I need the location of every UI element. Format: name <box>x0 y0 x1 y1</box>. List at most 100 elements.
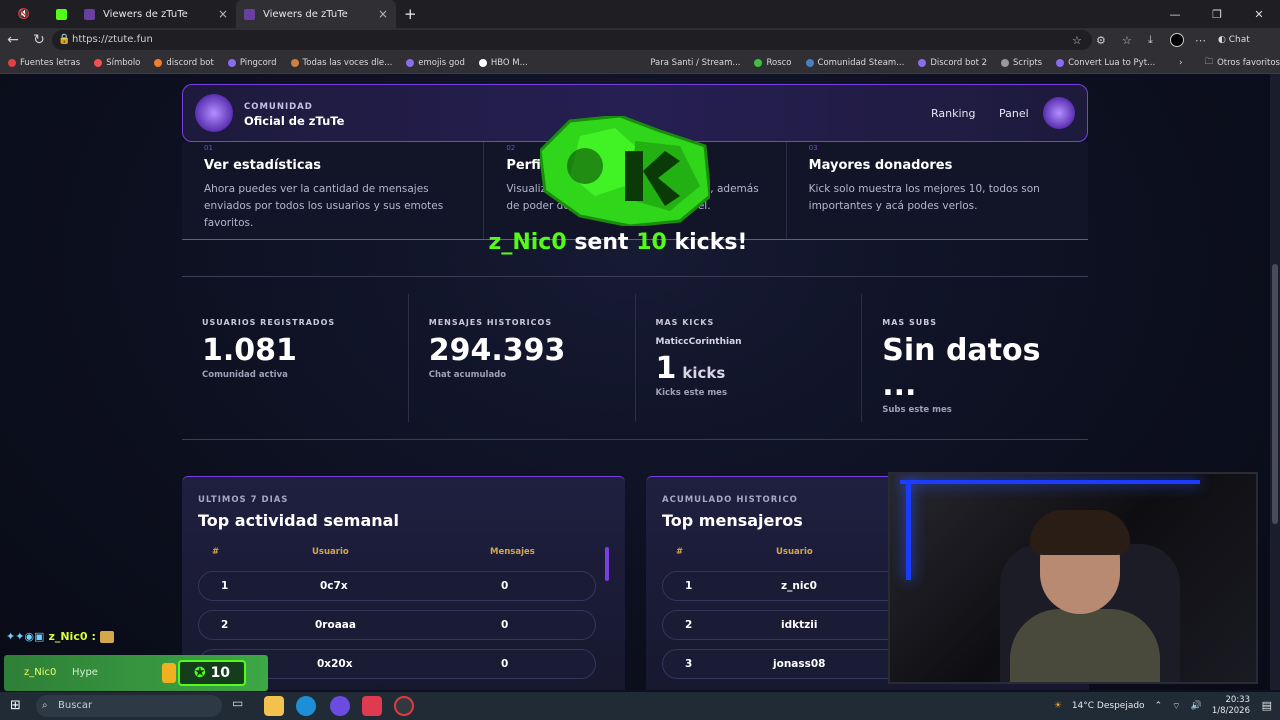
bookmark-label: Símbolo <box>106 57 141 68</box>
stat-unit: kicks <box>682 364 726 382</box>
streamer-body <box>1010 609 1160 682</box>
feature-description: Ahora puedes ver la cantidad de mensajes… <box>204 183 444 229</box>
webcam-overlay <box>888 472 1258 684</box>
bookmark-3[interactable]: Pingcord <box>227 58 277 68</box>
alert-unit: kicks! <box>674 230 748 255</box>
bookmark-8[interactable]: Rosco <box>754 58 792 68</box>
url-field[interactable]: 🔒 https://ztute.fun <box>52 30 1092 50</box>
new-tab-button[interactable]: + <box>396 0 425 28</box>
row-messages: 0 <box>501 619 509 631</box>
file-explorer-icon[interactable] <box>264 696 284 716</box>
discord-icon[interactable] <box>330 696 350 716</box>
community-logo[interactable] <box>195 94 233 132</box>
taskbar-search[interactable]: ⌕ Buscar <box>36 695 222 717</box>
table-row[interactable]: 2 0roaaa 0 <box>198 610 596 640</box>
streamer-hair <box>1030 510 1130 555</box>
search-icon: ⌕ <box>42 700 48 711</box>
stream-chat-line: ✦✦◉▣ z_Nic0: <box>6 630 114 643</box>
bookmark-9[interactable]: Comunidad Steam... <box>805 58 904 68</box>
download-icon[interactable]: ⤓ <box>1148 33 1153 47</box>
bookmarks-bar: Fuentes letras Símbolo discord bot Pingc… <box>0 52 1280 74</box>
address-bar-row: ← ↻ 🔒 https://ztute.fun ☆ ⚙ ☆ ⤓ ⋯ ◐ Chat <box>0 28 1280 52</box>
col-rank: # <box>676 547 684 557</box>
other-favorites[interactable]: 🗀 Otros favoritos <box>1205 56 1280 70</box>
row-user: z_nic0 <box>781 580 817 592</box>
trophy-icon <box>162 663 176 683</box>
chevron-right-icon[interactable]: › <box>1179 58 1182 68</box>
task-view-icon[interactable]: ▭ <box>232 696 252 716</box>
panel-scrollbar[interactable] <box>605 547 609 581</box>
bookmark-4[interactable]: Todas las voces dle... <box>290 58 392 68</box>
more-menu-icon[interactable]: ⋯ <box>1195 34 1206 47</box>
alert-sent: sent <box>574 230 629 255</box>
row-messages: 0 <box>501 580 509 592</box>
bookmark-5[interactable]: emojis god <box>406 58 465 68</box>
stat-subtitle: Comunidad activa <box>202 370 288 380</box>
clock-date: 1/8/2026 <box>1211 706 1250 716</box>
copilot-chat-button[interactable]: ◐ Chat <box>1218 35 1250 45</box>
favorite-star-icon[interactable]: ☆ <box>1072 34 1082 47</box>
emote-icon <box>99 630 114 643</box>
hype-counter: ✪ 10 <box>178 660 246 686</box>
close-tab-icon[interactable]: × <box>378 7 388 21</box>
clock[interactable]: 20:33 1/8/2026 <box>1212 695 1250 717</box>
windows-start-icon[interactable]: ⊞ <box>10 698 21 713</box>
bookmark-1[interactable]: Símbolo <box>94 58 140 68</box>
bookmark-7[interactable]: Para Santi / Stream... <box>650 58 740 68</box>
feature-title: Ver estadísticas <box>204 158 322 173</box>
minimize-icon[interactable]: — <box>1154 0 1196 28</box>
hype-label: Hype <box>72 667 98 678</box>
extensions-icon[interactable]: ⚙ <box>1096 34 1106 47</box>
table-row[interactable]: 1 0c7x 0 <box>198 571 596 601</box>
kick-coin-icon: ✪ <box>193 665 206 681</box>
community-label: COMUNIDAD <box>244 102 313 112</box>
bookmark-2[interactable]: discord bot <box>154 58 214 68</box>
row-user: idktzii <box>781 619 818 631</box>
media-app-icon[interactable] <box>362 696 382 716</box>
tab-viewers-2[interactable]: Viewers de zTuTe × <box>236 0 396 28</box>
col-messages: Mensajes <box>490 547 535 557</box>
tab-kick[interactable] <box>48 0 76 28</box>
back-icon[interactable]: ← <box>0 32 26 48</box>
scroll-thumb[interactable] <box>1272 264 1278 524</box>
stat-top-user: MaticcCorinthian <box>655 337 742 347</box>
bookmark-label: emojis god <box>418 57 465 68</box>
page-scrollbar[interactable] <box>1270 74 1280 690</box>
stats-row: USUARIOS REGISTRADOS 1.081 Comunidad act… <box>182 294 1088 422</box>
volume-icon[interactable]: 🔊 <box>1191 701 1202 711</box>
stat-subtitle: Chat acumulado <box>428 370 507 380</box>
row-rank: 3 <box>685 658 693 670</box>
user-avatar[interactable] <box>1043 97 1075 129</box>
network-icon[interactable]: ⌔ <box>1172 701 1180 712</box>
nav-ranking-link[interactable]: Ranking <box>931 107 976 120</box>
bookmark-10[interactable]: Discord bot 2 <box>918 58 987 68</box>
favorites-icon[interactable]: ☆ <box>1122 34 1132 47</box>
stat-subtitle: Subs este mes <box>882 405 952 415</box>
tab-viewers-1[interactable]: Viewers de zTuTe × <box>76 0 236 28</box>
notifications-icon[interactable]: ▤ <box>1262 699 1272 712</box>
maximize-icon[interactable]: ❐ <box>1196 0 1238 28</box>
tray-chevron-icon[interactable]: ⌃ <box>1155 701 1163 711</box>
weather-text[interactable]: 14°C Despejado <box>1072 701 1145 711</box>
edge-icon[interactable] <box>296 696 316 716</box>
stat-label: USUARIOS REGISTRADOS <box>202 318 336 327</box>
mute-tab-button[interactable]: 🔇 <box>0 0 48 28</box>
stat-label: MAS SUBS <box>882 318 938 327</box>
profile-avatar[interactable] <box>1170 33 1184 47</box>
kick-alert: z_Nic0 sent 10 kicks! <box>0 230 1236 255</box>
hype-count: 10 <box>210 665 231 681</box>
site-icon <box>84 8 95 20</box>
row-rank: 2 <box>685 619 693 631</box>
bookmark-6[interactable]: HBO M... <box>478 58 528 68</box>
nav-panel-link[interactable]: Panel <box>999 107 1029 120</box>
bookmark-0[interactable]: Fuentes letras <box>8 58 80 68</box>
obs-icon[interactable] <box>394 696 414 716</box>
bookmark-label: Scripts <box>1013 57 1043 68</box>
panel-subtitle: ULTIMOS 7 DIAS <box>198 495 289 505</box>
bookmark-12[interactable]: Convert Lua to Pyt... <box>1056 58 1155 68</box>
reload-icon[interactable]: ↻ <box>26 32 52 48</box>
col-user: Usuario <box>776 547 813 557</box>
close-window-icon[interactable]: ✕ <box>1238 0 1280 28</box>
close-tab-icon[interactable]: × <box>218 7 228 21</box>
bookmark-11[interactable]: Scripts <box>1001 58 1042 68</box>
